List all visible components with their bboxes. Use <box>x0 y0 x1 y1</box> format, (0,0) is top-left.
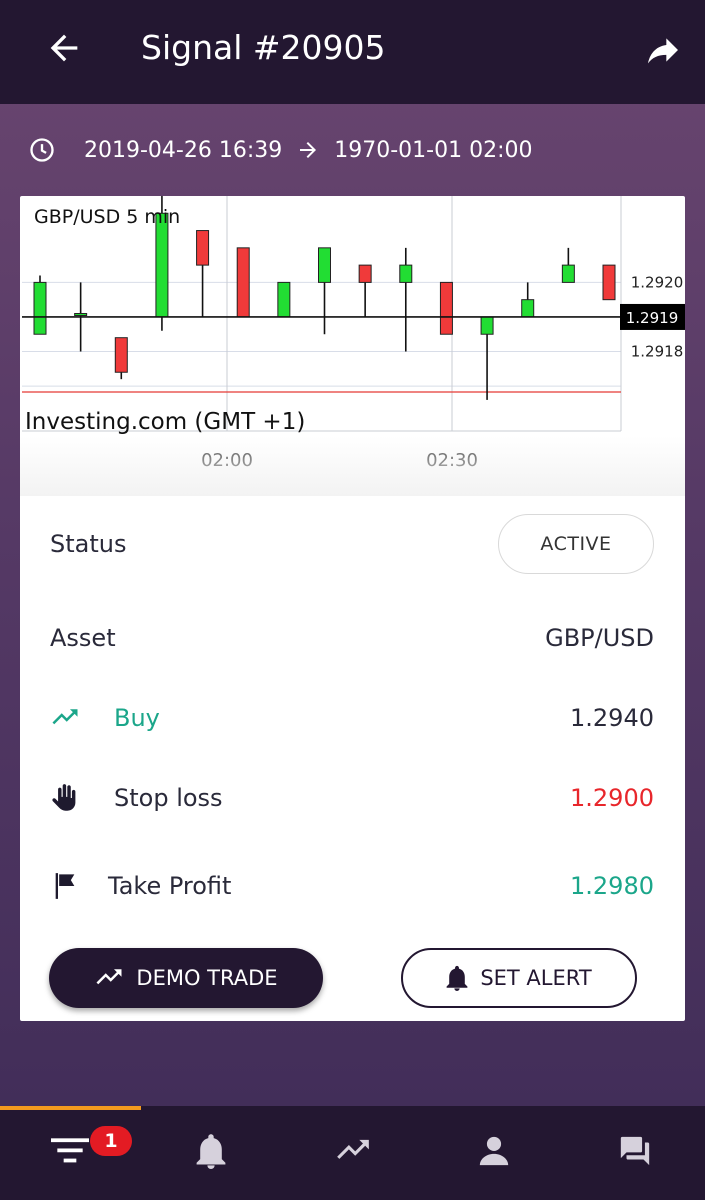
candle-body <box>399 264 413 283</box>
asset-row: Asset GBP/USD <box>50 616 654 660</box>
candle-body <box>155 212 169 318</box>
candle-body <box>358 264 372 283</box>
set-alert-button[interactable]: SET ALERT <box>401 948 637 1008</box>
candle-body <box>480 316 494 335</box>
status-row: Status ACTIVE <box>50 514 654 574</box>
candle-body <box>318 247 331 283</box>
set-alert-label: SET ALERT <box>480 966 592 990</box>
candle-body <box>439 281 453 335</box>
chat-icon <box>620 1136 650 1166</box>
y-tick-label: 1.2920 <box>631 273 684 291</box>
candle-body <box>74 313 88 316</box>
clock-icon <box>28 136 56 164</box>
nav-trades[interactable] <box>323 1126 383 1176</box>
notification-badge: 1 <box>90 1126 132 1156</box>
chart-source: Investing.com (GMT +1) <box>25 409 305 435</box>
take-profit-label: Take Profit <box>108 872 232 900</box>
x-tick-label: 02:00 <box>201 450 253 471</box>
candle-body <box>196 230 210 266</box>
candle-body <box>277 281 291 318</box>
bell-icon <box>446 965 468 991</box>
signal-date-range: 2019-04-26 16:39 1970-01-01 02:00 <box>28 130 533 170</box>
nav-alerts[interactable] <box>181 1126 241 1176</box>
app-header: Signal #20905 <box>0 0 705 104</box>
bottom-navigation: 1 <box>0 1106 705 1200</box>
nav-profile[interactable] <box>464 1126 524 1176</box>
candle-body <box>236 247 250 318</box>
demo-trade-label: DEMO TRADE <box>136 966 278 990</box>
trending-icon <box>337 1139 369 1159</box>
buy-row: Buy 1.2940 <box>50 696 654 740</box>
flag-icon <box>50 871 80 901</box>
candle-body <box>114 337 128 373</box>
end-date: 1970-01-01 02:00 <box>334 137 533 163</box>
buy-value: 1.2940 <box>570 704 654 732</box>
buy-label: Buy <box>114 704 160 732</box>
chart-title: GBP/USD 5 min <box>34 206 180 228</box>
candle-body <box>602 264 616 301</box>
stop-loss-value: 1.2900 <box>570 784 654 812</box>
signals-filter-icon <box>51 1138 89 1163</box>
start-date: 2019-04-26 16:39 <box>84 137 283 163</box>
demo-trade-button[interactable]: DEMO TRADE <box>49 948 323 1008</box>
nav-chat[interactable] <box>605 1126 665 1176</box>
candle-body <box>33 281 47 335</box>
active-tab-indicator <box>0 1106 141 1110</box>
status-label: Status <box>50 530 127 558</box>
take-profit-value: 1.2980 <box>570 872 654 900</box>
stop-loss-label: Stop loss <box>114 784 223 812</box>
price-chart: 1.2919 1.2920 1.2918 02:00 02:30 GBP/USD 5 mi… <box>22 196 685 471</box>
hand-icon <box>50 783 80 813</box>
back-arrow-icon[interactable] <box>44 28 84 68</box>
status-badge: ACTIVE <box>498 514 654 574</box>
current-price-label: 1.2919 <box>626 309 679 327</box>
page-title: Signal #20905 <box>141 28 386 67</box>
share-icon[interactable] <box>642 30 684 70</box>
asset-value: GBP/USD <box>545 624 654 652</box>
trending-up-icon <box>50 703 80 733</box>
person-icon <box>479 1136 509 1166</box>
stop-loss-row: Stop loss 1.2900 <box>50 776 654 820</box>
trending-up-icon <box>96 969 122 985</box>
take-profit-row: Take Profit 1.2980 <box>50 864 654 908</box>
y-tick-label: 1.2918 <box>631 343 684 361</box>
signal-card: 1.2919 1.2920 1.2918 02:00 02:30 GBP/USD 5 mi… <box>20 196 685 1021</box>
arrow-right-icon <box>296 138 320 162</box>
x-tick-label: 02:30 <box>426 450 478 471</box>
asset-label: Asset <box>50 624 116 652</box>
candle-body <box>521 299 535 318</box>
bell-icon <box>196 1134 226 1169</box>
candle-body <box>561 264 575 283</box>
